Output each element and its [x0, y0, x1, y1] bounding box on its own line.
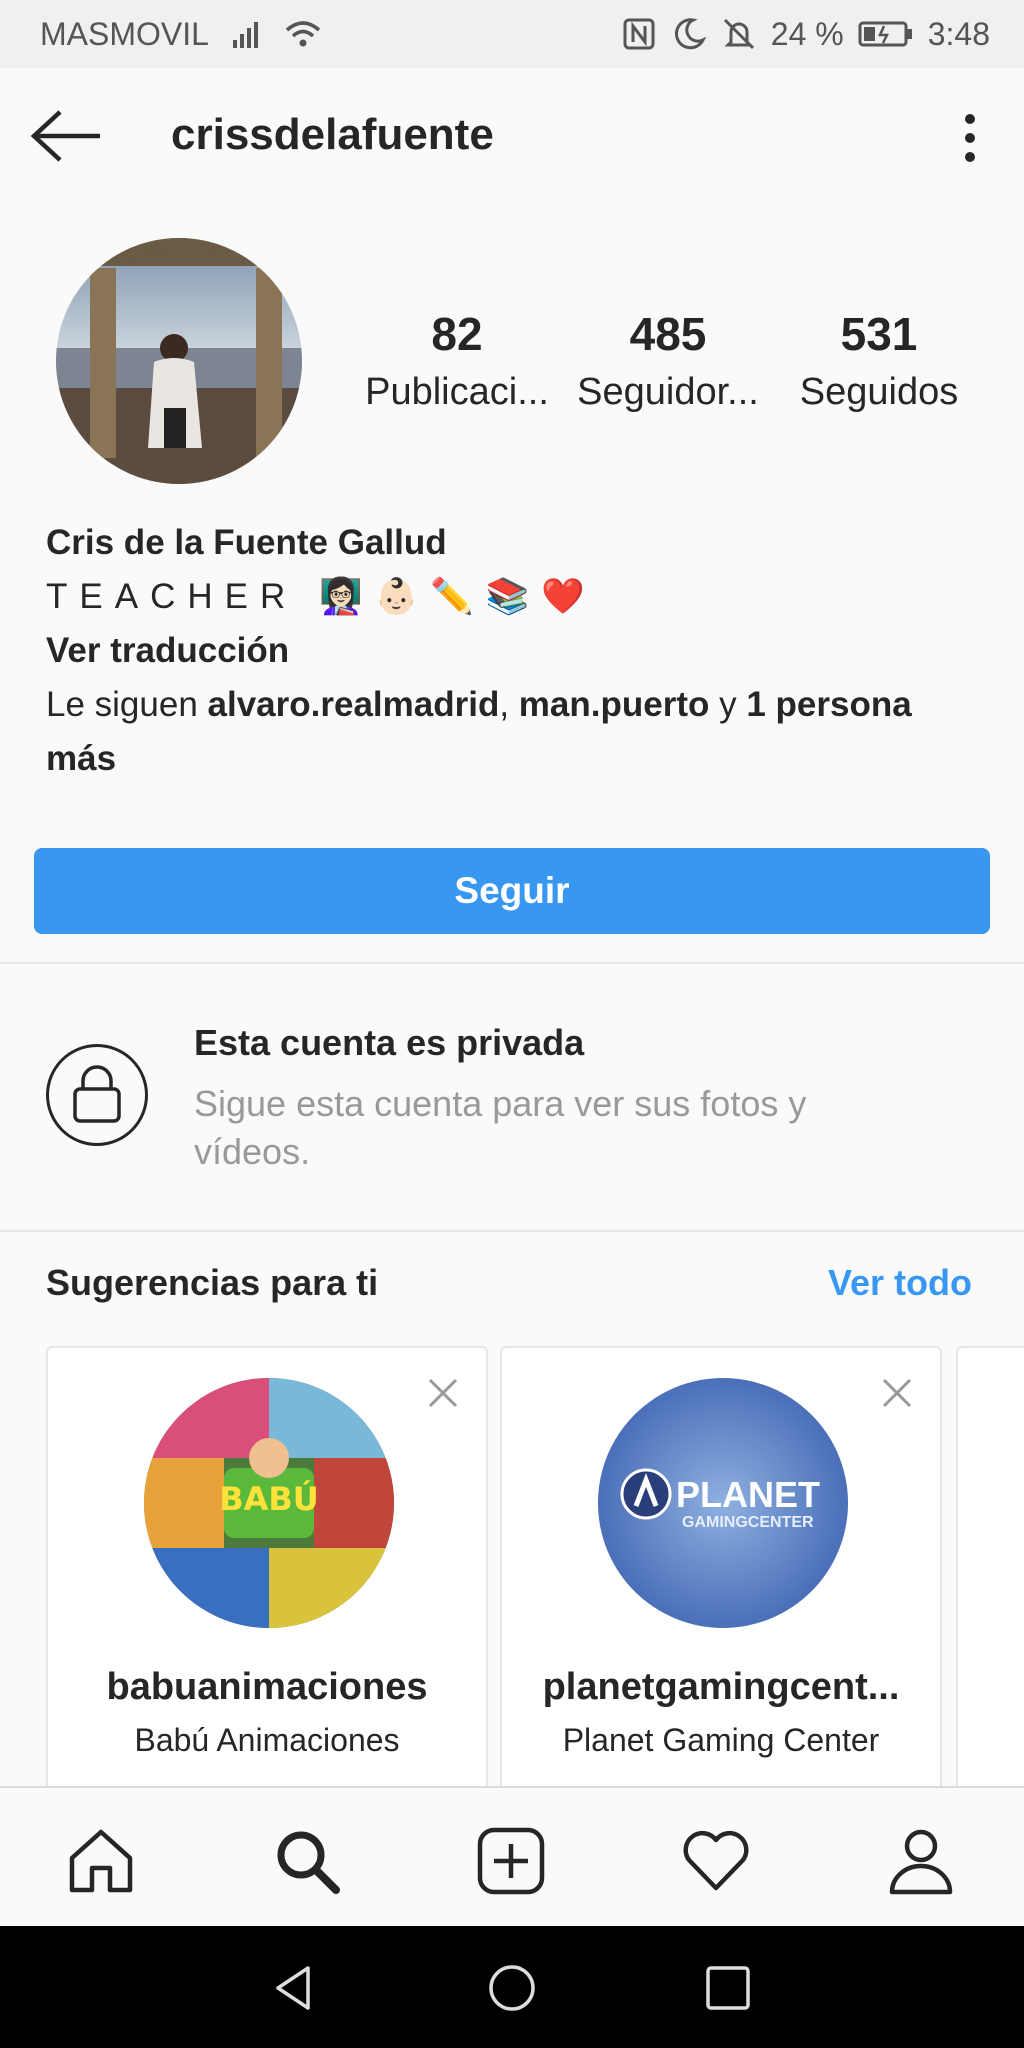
- suggestion-username[interactable]: babuanimaciones: [48, 1666, 486, 1709]
- profile-bio: Cris de la Fuente Gallud TEACHER 👩🏻‍🏫👶🏻✏…: [46, 516, 996, 786]
- posts-label: Publicaci...: [365, 371, 549, 413]
- following-label: Seguidos: [799, 371, 959, 413]
- suggestions-title: Sugerencias para ti: [46, 1262, 379, 1303]
- close-icon[interactable]: [424, 1374, 462, 1412]
- followed-by-text[interactable]: Le siguen alvaro.realmadrid, man.puerto …: [46, 678, 981, 732]
- mute-icon: [723, 18, 754, 50]
- suggestion-avatar[interactable]: PLANET GAMINGCENTER: [598, 1378, 848, 1628]
- more-options-icon[interactable]: [952, 108, 988, 168]
- divider: [0, 962, 1024, 964]
- private-account-title: Esta cuenta es privada: [194, 1022, 585, 1063]
- followers-count: 485: [629, 308, 707, 360]
- followed-user-link[interactable]: man.puerto: [519, 685, 710, 724]
- bottom-nav: [0, 1786, 1024, 1926]
- back-triangle-icon[interactable]: [268, 1962, 320, 2014]
- battery-percent: 24 %: [770, 15, 844, 52]
- suggestion-fullname: Planet Gaming Center: [562, 1722, 880, 1758]
- nfc-icon: [623, 18, 655, 50]
- lock-icon: [46, 1044, 148, 1146]
- carrier-name: MASMOVIL: [40, 15, 209, 52]
- suggestion-username[interactable]: planetgamingcent...: [502, 1666, 940, 1709]
- suggestion-card[interactable]: PLANET GAMINGCENTER planetgamingcent... …: [500, 1346, 942, 1806]
- close-icon[interactable]: [878, 1374, 916, 1412]
- followed-more-line2[interactable]: más: [46, 739, 116, 778]
- suggestion-card[interactable]: BABÚ babuanimaciones Babú Animaciones: [46, 1346, 488, 1806]
- battery-icon: [858, 21, 912, 47]
- clock: 3:48: [927, 15, 990, 52]
- search-icon[interactable]: [272, 1826, 342, 1896]
- home-icon[interactable]: [66, 1826, 136, 1896]
- suggestion-card-partial[interactable]: [956, 1346, 1024, 1806]
- babu-logo-text: BABÚ: [219, 1480, 319, 1518]
- recents-square-icon[interactable]: [702, 1962, 754, 2014]
- following-count: 531: [840, 308, 918, 360]
- home-circle-icon[interactable]: [486, 1962, 538, 2014]
- suggestion-avatar[interactable]: BABÚ: [144, 1378, 394, 1628]
- signal-icon: [232, 22, 258, 48]
- private-account-subtitle: Sigue esta cuenta para ver sus fotos y v…: [194, 1083, 807, 1172]
- moon-icon: [674, 18, 707, 50]
- posts-count: 82: [431, 308, 483, 360]
- followers-stat[interactable]: 485 Seguidor...: [558, 306, 778, 418]
- planet-logo-text: PLANET: [676, 1474, 820, 1515]
- android-nav-bar: [0, 1926, 1024, 2048]
- see-translation-link[interactable]: Ver traducción: [46, 624, 996, 678]
- page-title: crissdelafuente: [171, 110, 494, 159]
- heart-icon[interactable]: [681, 1826, 751, 1896]
- followed-and: y: [709, 685, 747, 724]
- full-name: Cris de la Fuente Gallud: [46, 523, 447, 562]
- status-bar: MASMOVIL 24 % 3:48: [0, 0, 1024, 68]
- wifi-icon: [285, 21, 321, 47]
- bio-text: TEACHER 👩🏻‍🏫👶🏻✏️📚❤️: [46, 577, 597, 616]
- following-stat[interactable]: 531 Seguidos: [769, 306, 989, 418]
- followed-prefix: Le siguen: [46, 685, 208, 724]
- posts-stat[interactable]: 82 Publicaci...: [347, 306, 567, 418]
- followed-separator: ,: [499, 685, 519, 724]
- followed-user-link[interactable]: alvaro.realmadrid: [208, 685, 500, 724]
- back-arrow-icon[interactable]: [30, 106, 104, 166]
- followers-label: Seguidor...: [577, 371, 759, 413]
- see-all-link[interactable]: Ver todo: [828, 1262, 972, 1304]
- add-icon[interactable]: [476, 1826, 546, 1896]
- divider: [0, 1230, 1024, 1232]
- profile-header: crissdelafuente: [0, 68, 1024, 208]
- suggestion-fullname: Babú Animaciones: [134, 1722, 400, 1758]
- profile-icon[interactable]: [886, 1826, 956, 1896]
- avatar[interactable]: [56, 238, 302, 484]
- followed-more[interactable]: 1 persona: [746, 685, 911, 724]
- planet-logo-subtext: GAMINGCENTER: [682, 1514, 814, 1531]
- follow-button[interactable]: Seguir: [34, 848, 990, 934]
